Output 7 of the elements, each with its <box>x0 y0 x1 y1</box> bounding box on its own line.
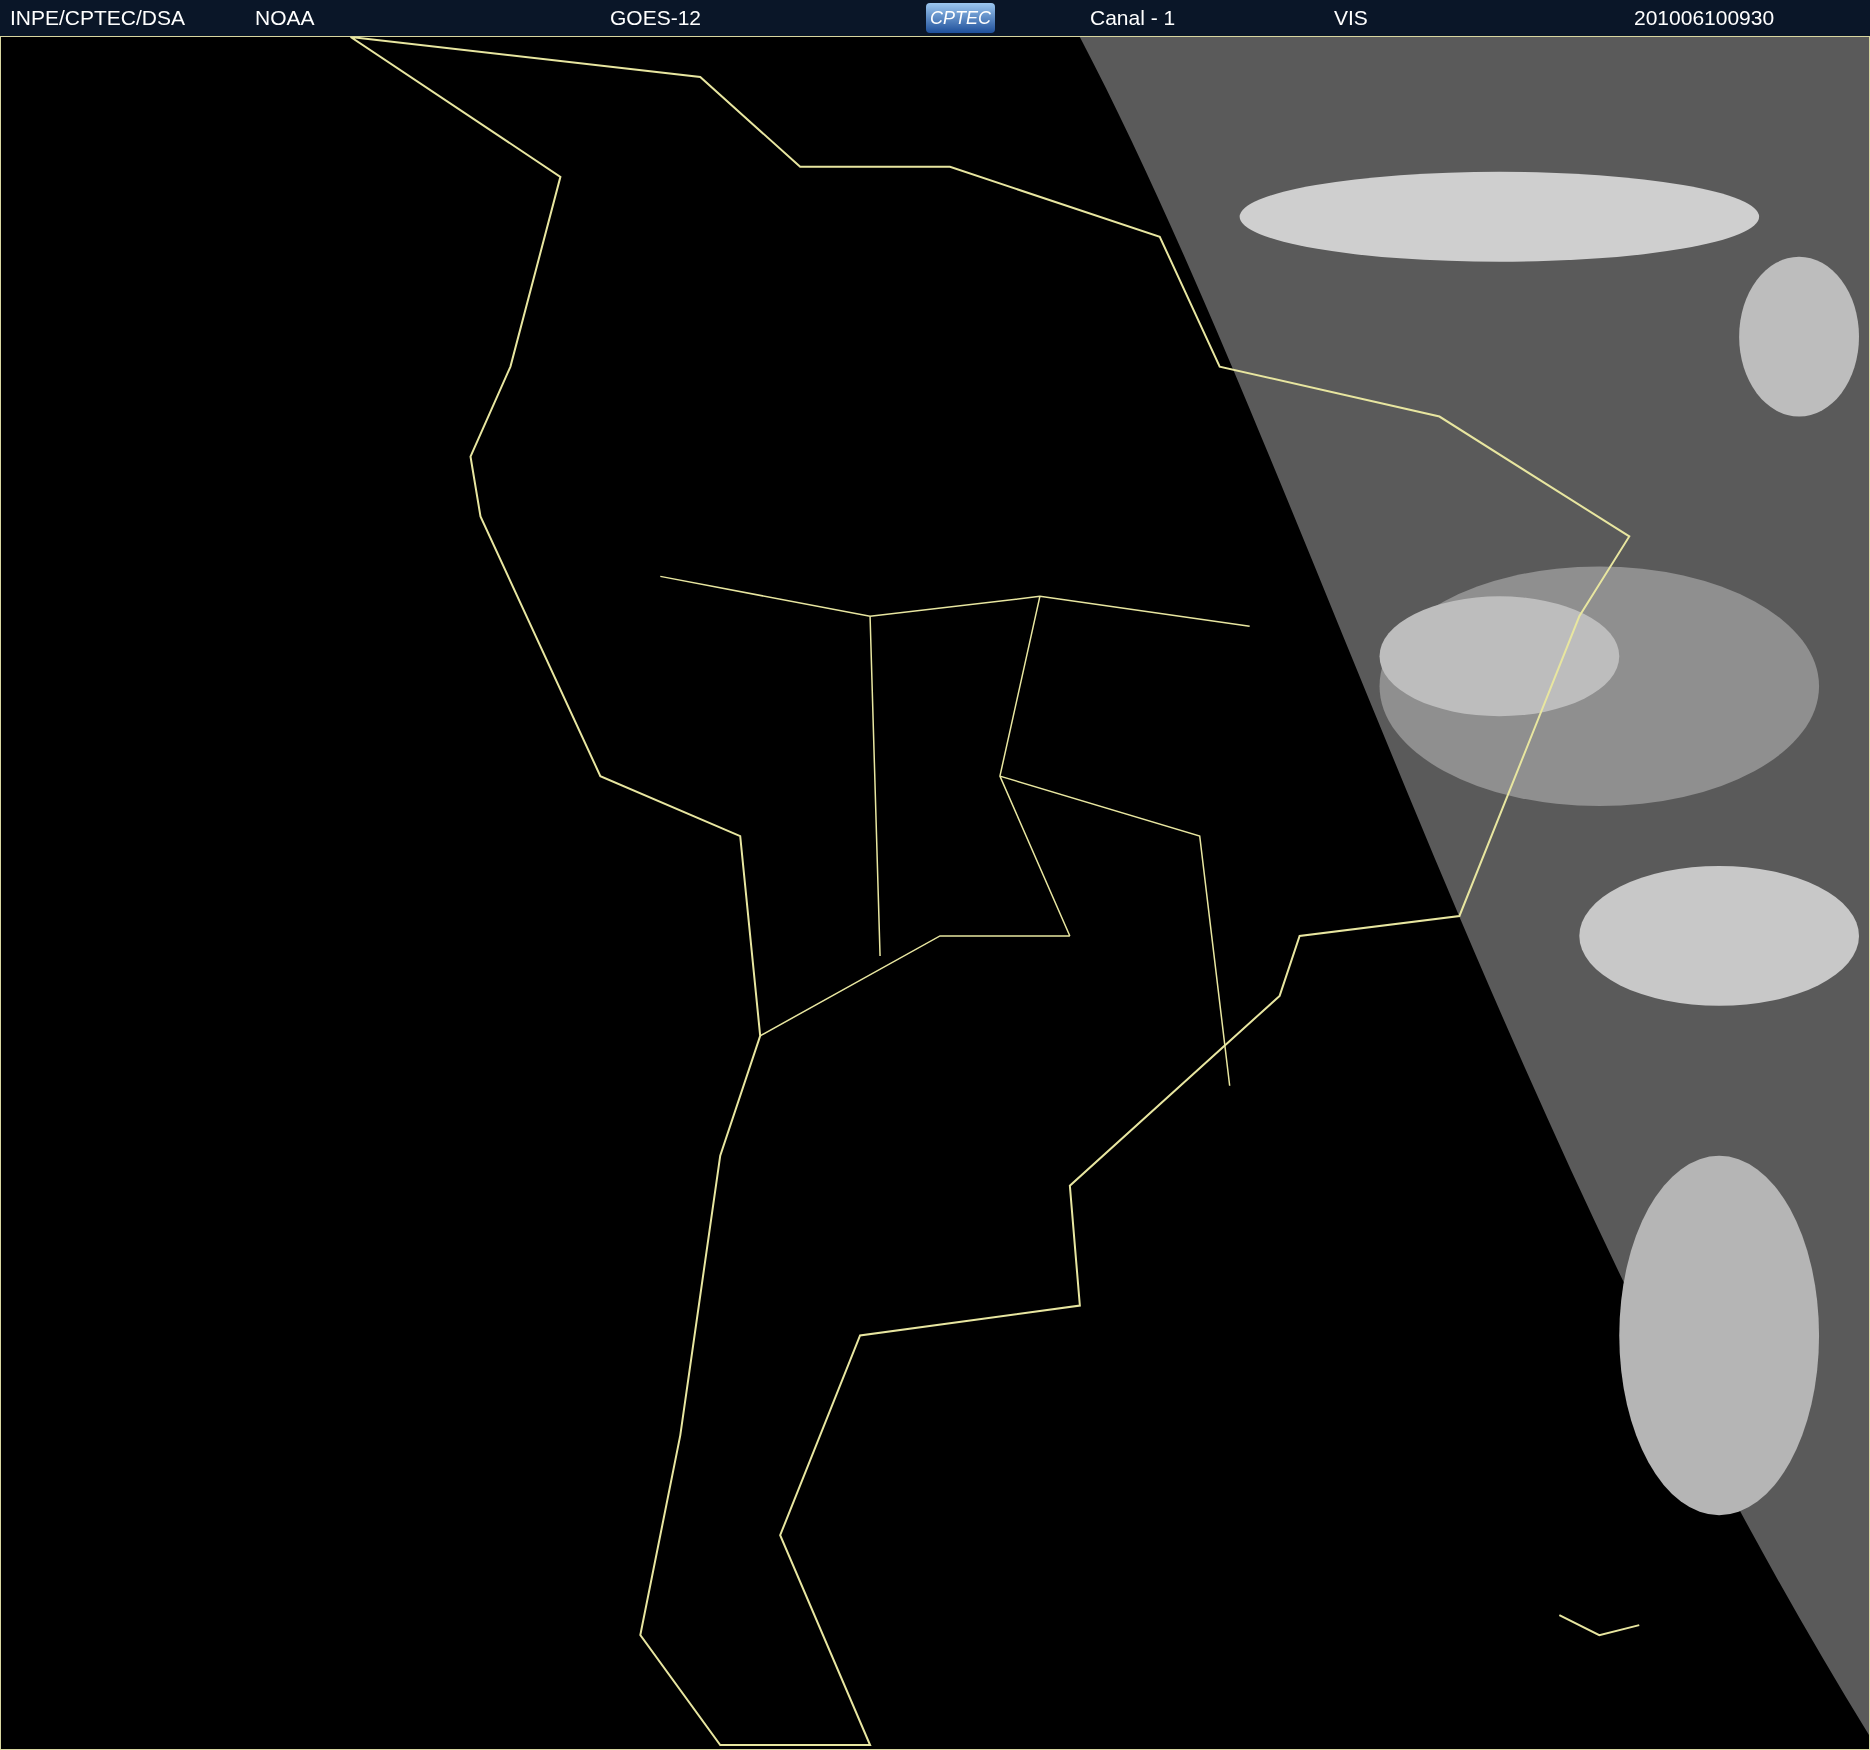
header-label: Canal - 1 <box>1090 5 1176 32</box>
header-label: 201006100930 <box>1634 5 1775 32</box>
header-label: VIS <box>1334 5 1368 32</box>
logo: CPTEC <box>926 3 995 33</box>
header-label: GOES-12 <box>610 5 702 32</box>
header-label: INPE/CPTEC/DSA <box>10 5 186 32</box>
header-label: NOAA <box>255 5 315 32</box>
